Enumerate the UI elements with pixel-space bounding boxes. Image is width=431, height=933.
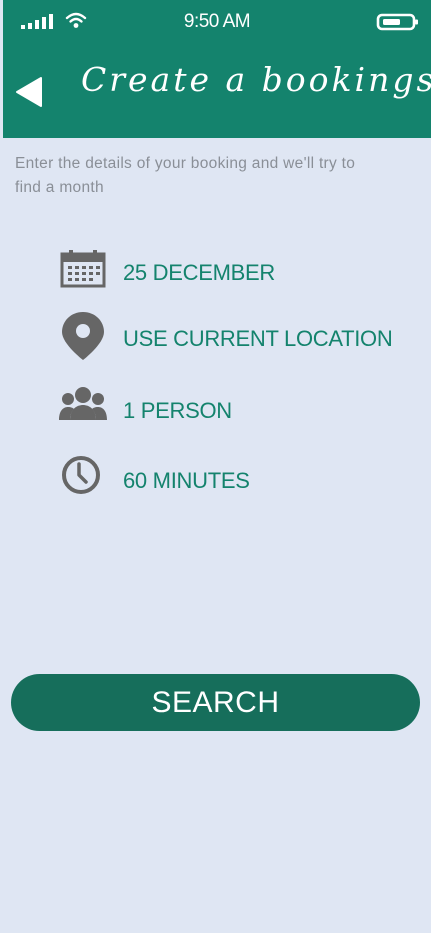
location-option[interactable]: USE CURRENT LOCATION (58, 312, 418, 364)
back-button[interactable] (13, 72, 47, 112)
clock-icon (62, 456, 100, 494)
persons-label: 1 PERSON (123, 398, 232, 423)
duration-option[interactable]: 60 MINUTES (58, 454, 418, 506)
people-icon (59, 387, 107, 420)
duration-label: 60 MINUTES (123, 468, 250, 493)
header-bar: 9:50 AM Create a bookings (3, 0, 431, 138)
intro-text: Enter the details of your booking and we… (15, 155, 356, 196)
date-option[interactable]: 25 DECEMBER (58, 246, 418, 298)
calendar-icon (60, 250, 106, 288)
page-title: Create a bookings (81, 60, 431, 99)
date-label: 25 DECEMBER (123, 260, 275, 285)
back-arrow-icon (16, 77, 42, 107)
persons-option[interactable]: 1 PERSON (58, 384, 418, 436)
search-button[interactable]: SEARCH (11, 674, 420, 731)
battery-icon (376, 13, 418, 31)
location-label: USE CURRENT LOCATION (123, 326, 393, 351)
location-pin-icon (62, 312, 104, 360)
status-time: 9:50 AM (183, 11, 251, 32)
status-bar: 9:50 AM (3, 0, 431, 44)
